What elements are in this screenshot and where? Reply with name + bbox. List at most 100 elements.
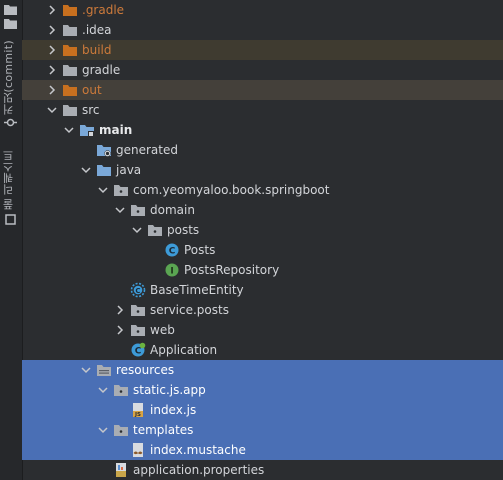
- tree-row[interactable]: web: [22, 320, 503, 340]
- chevron-down-icon[interactable]: [46, 104, 58, 116]
- tree-row[interactable]: templates: [22, 420, 503, 440]
- tree-item-label: service.posts: [150, 303, 229, 317]
- tree-item-label: .idea: [82, 23, 112, 37]
- tree-item-label: main: [99, 123, 133, 137]
- tree-item-label: src: [82, 103, 100, 117]
- tree-row[interactable]: java: [22, 160, 503, 180]
- tree-item-label: domain: [150, 203, 195, 217]
- tree-item-label: posts: [167, 223, 200, 237]
- folder-gray-icon: [63, 105, 77, 116]
- tree-item-label: out: [82, 83, 102, 97]
- folder-gray-icon: [63, 65, 77, 76]
- tree-row[interactable]: posts: [22, 220, 503, 240]
- chevron-right-icon[interactable]: [114, 324, 126, 336]
- tree-item-label: BaseTimeEntity: [150, 283, 244, 297]
- tree-item-label: java: [116, 163, 142, 177]
- package-icon: [131, 325, 145, 336]
- tree-row[interactable]: src: [22, 100, 503, 120]
- folder-gray-icon: [63, 25, 77, 36]
- tree-row[interactable]: I PostsRepository: [22, 260, 503, 280]
- tree-row[interactable]: .idea: [22, 20, 503, 40]
- tree-row[interactable]: application.properties: [22, 460, 503, 480]
- pull-request-icon[interactable]: [4, 214, 17, 225]
- tree-item-label: PostsRepository: [184, 263, 280, 277]
- tree-row[interactable]: JS index.js: [22, 400, 503, 420]
- package-icon: [148, 225, 162, 236]
- chevron-down-icon[interactable]: [97, 384, 109, 396]
- tree-item-label: resources: [116, 363, 175, 377]
- package-icon: [131, 205, 145, 216]
- tree-item-label: Posts: [184, 243, 216, 257]
- folder-orange-icon: [63, 85, 77, 96]
- tree-row[interactable]: build: [22, 40, 503, 60]
- tree-row[interactable]: out: [22, 80, 503, 100]
- tree-item-label: gradle: [82, 63, 121, 77]
- tree-item-label: application.properties: [133, 463, 265, 477]
- chevron-right-icon[interactable]: [46, 44, 58, 56]
- tree-row[interactable]: generated: [22, 140, 503, 160]
- tree-row[interactable]: com.yeomyaloo.book.springboot: [22, 180, 503, 200]
- tree-item-label: index.mustache: [150, 443, 246, 457]
- mustache-file-icon: [133, 443, 143, 457]
- tree-row[interactable]: service.posts: [22, 300, 503, 320]
- chevron-down-icon[interactable]: [131, 224, 143, 236]
- tree-row[interactable]: .gradle: [22, 0, 503, 20]
- tree-row[interactable]: index.mustache: [22, 440, 503, 460]
- project-folder-icon[interactable]: [4, 4, 17, 15]
- chevron-right-icon[interactable]: [46, 4, 58, 16]
- chevron-down-icon[interactable]: [97, 424, 109, 436]
- pull-requests-tool-tab[interactable]: 풀 리퀘스트: [1, 150, 17, 210]
- chevron-down-icon[interactable]: [80, 164, 92, 176]
- tree-row[interactable]: main: [22, 120, 503, 140]
- tool-window-strip: 커밋(commit) 풀 리퀘스트: [0, 0, 23, 480]
- chevron-right-icon[interactable]: [114, 304, 126, 316]
- tree-row[interactable]: gradle: [22, 60, 503, 80]
- folder-orange-icon: [63, 5, 77, 16]
- package-icon: [131, 305, 145, 316]
- tree-item-label: static.js.app: [133, 383, 206, 397]
- chevron-down-icon[interactable]: [80, 364, 92, 376]
- tree-item-label: generated: [116, 143, 178, 157]
- tree-item-label: Application: [150, 343, 218, 357]
- chevron-down-icon[interactable]: [97, 184, 109, 196]
- commit-icon[interactable]: [4, 117, 17, 128]
- tree-item-label: .gradle: [82, 3, 125, 17]
- chevron-right-icon[interactable]: [46, 84, 58, 96]
- tree-row[interactable]: C BaseTimeEntity: [22, 280, 503, 300]
- js-file-icon: JS: [133, 403, 143, 418]
- svg-text:C: C: [135, 287, 140, 295]
- project-folder-icon-2[interactable]: [4, 18, 17, 29]
- tree-row[interactable]: C Application: [22, 340, 503, 360]
- tree-item-label: build: [82, 43, 112, 57]
- package-icon: [114, 425, 128, 436]
- tree-row[interactable]: domain: [22, 200, 503, 220]
- chevron-down-icon[interactable]: [114, 204, 126, 216]
- svg-text:C: C: [169, 247, 176, 257]
- package-icon: [114, 185, 128, 196]
- chevron-right-icon[interactable]: [46, 64, 58, 76]
- tree-row[interactable]: C Posts: [22, 240, 503, 260]
- tree-item-label: index.js: [150, 403, 197, 417]
- commit-tool-tab[interactable]: 커밋(commit): [1, 40, 17, 115]
- tree-item-label: templates: [133, 423, 194, 437]
- spring-class-icon: C: [131, 342, 146, 357]
- svg-text:I: I: [170, 267, 173, 277]
- package-icon: [114, 385, 128, 396]
- class-icon: C: [165, 243, 179, 257]
- tree-item-label: com.yeomyaloo.book.springboot: [133, 183, 330, 197]
- tree-row[interactable]: static.js.app: [22, 380, 503, 400]
- chevron-down-icon[interactable]: [63, 124, 75, 136]
- chevron-right-icon[interactable]: [46, 24, 58, 36]
- project-tree[interactable]: .gradle .idea build gradle out src main generat…: [22, 0, 503, 480]
- folder-orange-icon: [63, 45, 77, 56]
- interface-icon: I: [165, 263, 179, 277]
- generated-sources-icon: [97, 145, 111, 157]
- abstract-class-icon: C: [130, 282, 146, 298]
- tree-item-label: web: [150, 323, 175, 337]
- svg-text:C: C: [135, 347, 142, 357]
- properties-file-icon: [116, 463, 126, 477]
- tree-row[interactable]: resources: [22, 360, 503, 380]
- resources-root-icon: [97, 365, 111, 376]
- module-folder-icon: [80, 125, 94, 137]
- svg-text:JS: JS: [134, 412, 141, 418]
